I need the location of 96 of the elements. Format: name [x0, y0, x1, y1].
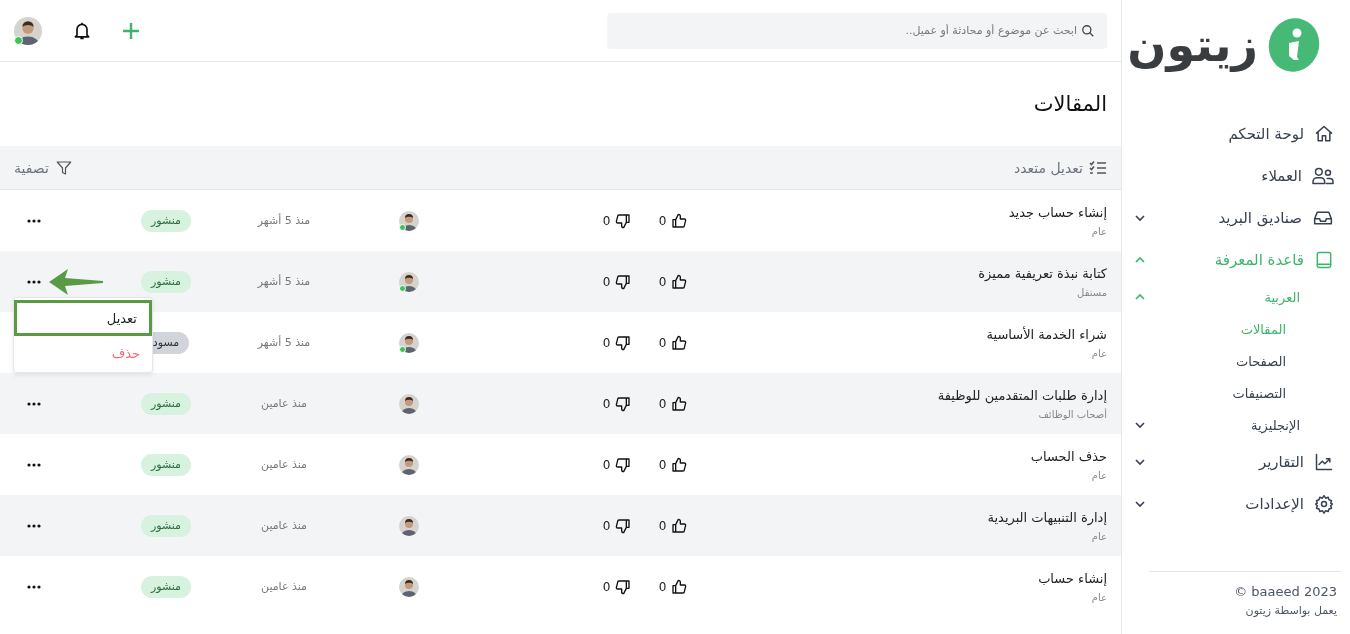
powered-by-text: يعمل بواسطة زيتون: [1244, 603, 1337, 619]
article-date: منذ عامين: [261, 519, 307, 532]
dislikes-count: 0: [602, 213, 611, 228]
chart-icon: [1314, 452, 1334, 472]
checklist-icon: [1089, 159, 1107, 176]
article-date: منذ 5 أشهر: [257, 275, 311, 288]
nav-item[interactable]: صناديق البريد: [1122, 197, 1350, 239]
status-badge: منشور: [141, 453, 191, 476]
article-title[interactable]: إنشاء حساب: [701, 570, 1107, 586]
status-badge: منشور: [141, 575, 191, 598]
chevron-down-icon[interactable]: [1134, 458, 1146, 466]
avatar[interactable]: [399, 332, 419, 353]
filter-icon: [54, 158, 73, 177]
thumbs-down-icon[interactable]: [615, 578, 632, 595]
avatar[interactable]: [399, 271, 419, 292]
nav-item[interactable]: التقارير: [1122, 441, 1350, 483]
likes-count: 0: [658, 396, 667, 411]
article-title[interactable]: إدارة التنبيهات البريدية: [701, 509, 1107, 525]
avatar[interactable]: [399, 393, 419, 414]
likes-count: 0: [658, 457, 667, 472]
article-category: مستقل: [1076, 286, 1107, 298]
thumbs-up-icon[interactable]: [671, 395, 688, 412]
article-date: منذ عامين: [261, 580, 307, 593]
avatar[interactable]: [14, 16, 42, 45]
nav-item[interactable]: لوحة التحكم: [1122, 113, 1350, 155]
thumbs-down-icon[interactable]: [615, 517, 632, 534]
likes-count: 0: [658, 518, 667, 533]
avatar[interactable]: [399, 454, 419, 475]
likes-count: 0: [658, 213, 667, 228]
dislikes-count: 0: [602, 396, 611, 411]
search-icon: [1081, 23, 1095, 38]
article-category: عام: [1090, 225, 1107, 237]
dislikes-count: 0: [602, 335, 611, 350]
article-date: منذ 5 أشهر: [257, 214, 311, 227]
page-title: المقالات: [1032, 91, 1108, 118]
avatar[interactable]: [399, 210, 419, 231]
article-category: عام: [1090, 530, 1107, 542]
logo-icon: [1268, 17, 1320, 73]
copyright-text: © baaeed 2023: [1233, 583, 1337, 601]
thumbs-up-icon[interactable]: [671, 273, 688, 290]
thumbs-up-icon[interactable]: [671, 578, 688, 595]
article-category: عام: [1090, 469, 1107, 481]
book-icon: [1314, 250, 1334, 270]
home-icon: [1314, 124, 1334, 144]
article-category: عام: [1090, 347, 1107, 359]
settings-icon: [1314, 494, 1334, 514]
chevron-up-icon[interactable]: [1134, 293, 1146, 301]
chevron-down-icon[interactable]: [1134, 214, 1146, 222]
add-button[interactable]: [122, 21, 140, 40]
inbox-icon: [1312, 208, 1334, 228]
chevron-down-icon[interactable]: [1134, 421, 1146, 429]
article-category: أصحاب الوظائف: [1037, 408, 1107, 420]
likes-count: 0: [658, 335, 667, 350]
nav-subitem[interactable]: التصنيفات: [1122, 377, 1350, 409]
nav-subitem[interactable]: الإنجليزية: [1122, 409, 1350, 441]
nav-item[interactable]: الإعدادات: [1122, 483, 1350, 525]
filter-button[interactable]: تصفية: [14, 158, 73, 177]
status-badge: منشور: [141, 270, 191, 293]
article-date: منذ 5 أشهر: [257, 336, 311, 349]
dislikes-count: 0: [602, 274, 611, 289]
status-badge: منشور: [141, 392, 191, 415]
thumbs-up-icon[interactable]: [671, 517, 688, 534]
dislikes-count: 0: [602, 518, 611, 533]
nav-item[interactable]: العملاء: [1122, 155, 1350, 197]
article-date: منذ عامين: [261, 397, 307, 410]
likes-count: 0: [658, 274, 667, 289]
users-icon: [1312, 166, 1334, 186]
avatar[interactable]: [399, 576, 419, 597]
thumbs-down-icon[interactable]: [615, 334, 632, 351]
thumbs-down-icon[interactable]: [615, 212, 632, 229]
dislikes-count: 0: [602, 579, 611, 594]
article-title[interactable]: شراء الخدمة الأساسية: [701, 326, 1107, 342]
article-title[interactable]: حذف الحساب: [701, 448, 1107, 464]
article-date: منذ عامين: [261, 458, 307, 471]
avatar[interactable]: [399, 515, 419, 536]
article-category: عام: [1090, 591, 1107, 603]
article-title[interactable]: إنشاء حساب جديد: [701, 204, 1107, 220]
notification-bell-icon[interactable]: [72, 20, 92, 41]
status-badge: منشور: [141, 209, 191, 232]
thumbs-down-icon[interactable]: [615, 395, 632, 412]
thumbs-up-icon[interactable]: [671, 456, 688, 473]
article-title[interactable]: كتابة نبذة تعريفية مميزة: [701, 265, 1107, 281]
nav-subitem[interactable]: الصفحات: [1122, 345, 1350, 377]
thumbs-down-icon[interactable]: [615, 273, 632, 290]
chevron-up-icon[interactable]: [1134, 256, 1146, 264]
thumbs-up-icon[interactable]: [671, 212, 688, 229]
chevron-down-icon[interactable]: [1134, 500, 1146, 508]
article-title[interactable]: إدارة طلبات المتقدمين للوظيفة: [701, 387, 1107, 403]
bulk-edit-button[interactable]: تعديل متعدد: [1014, 159, 1107, 176]
status-badge: منشور: [141, 514, 191, 537]
thumbs-up-icon[interactable]: [671, 334, 688, 351]
menu-item[interactable]: تعديل: [14, 300, 152, 336]
dislikes-count: 0: [602, 457, 611, 472]
pointer-arrow: [48, 268, 104, 296]
likes-count: 0: [658, 579, 667, 594]
thumbs-down-icon[interactable]: [615, 456, 632, 473]
